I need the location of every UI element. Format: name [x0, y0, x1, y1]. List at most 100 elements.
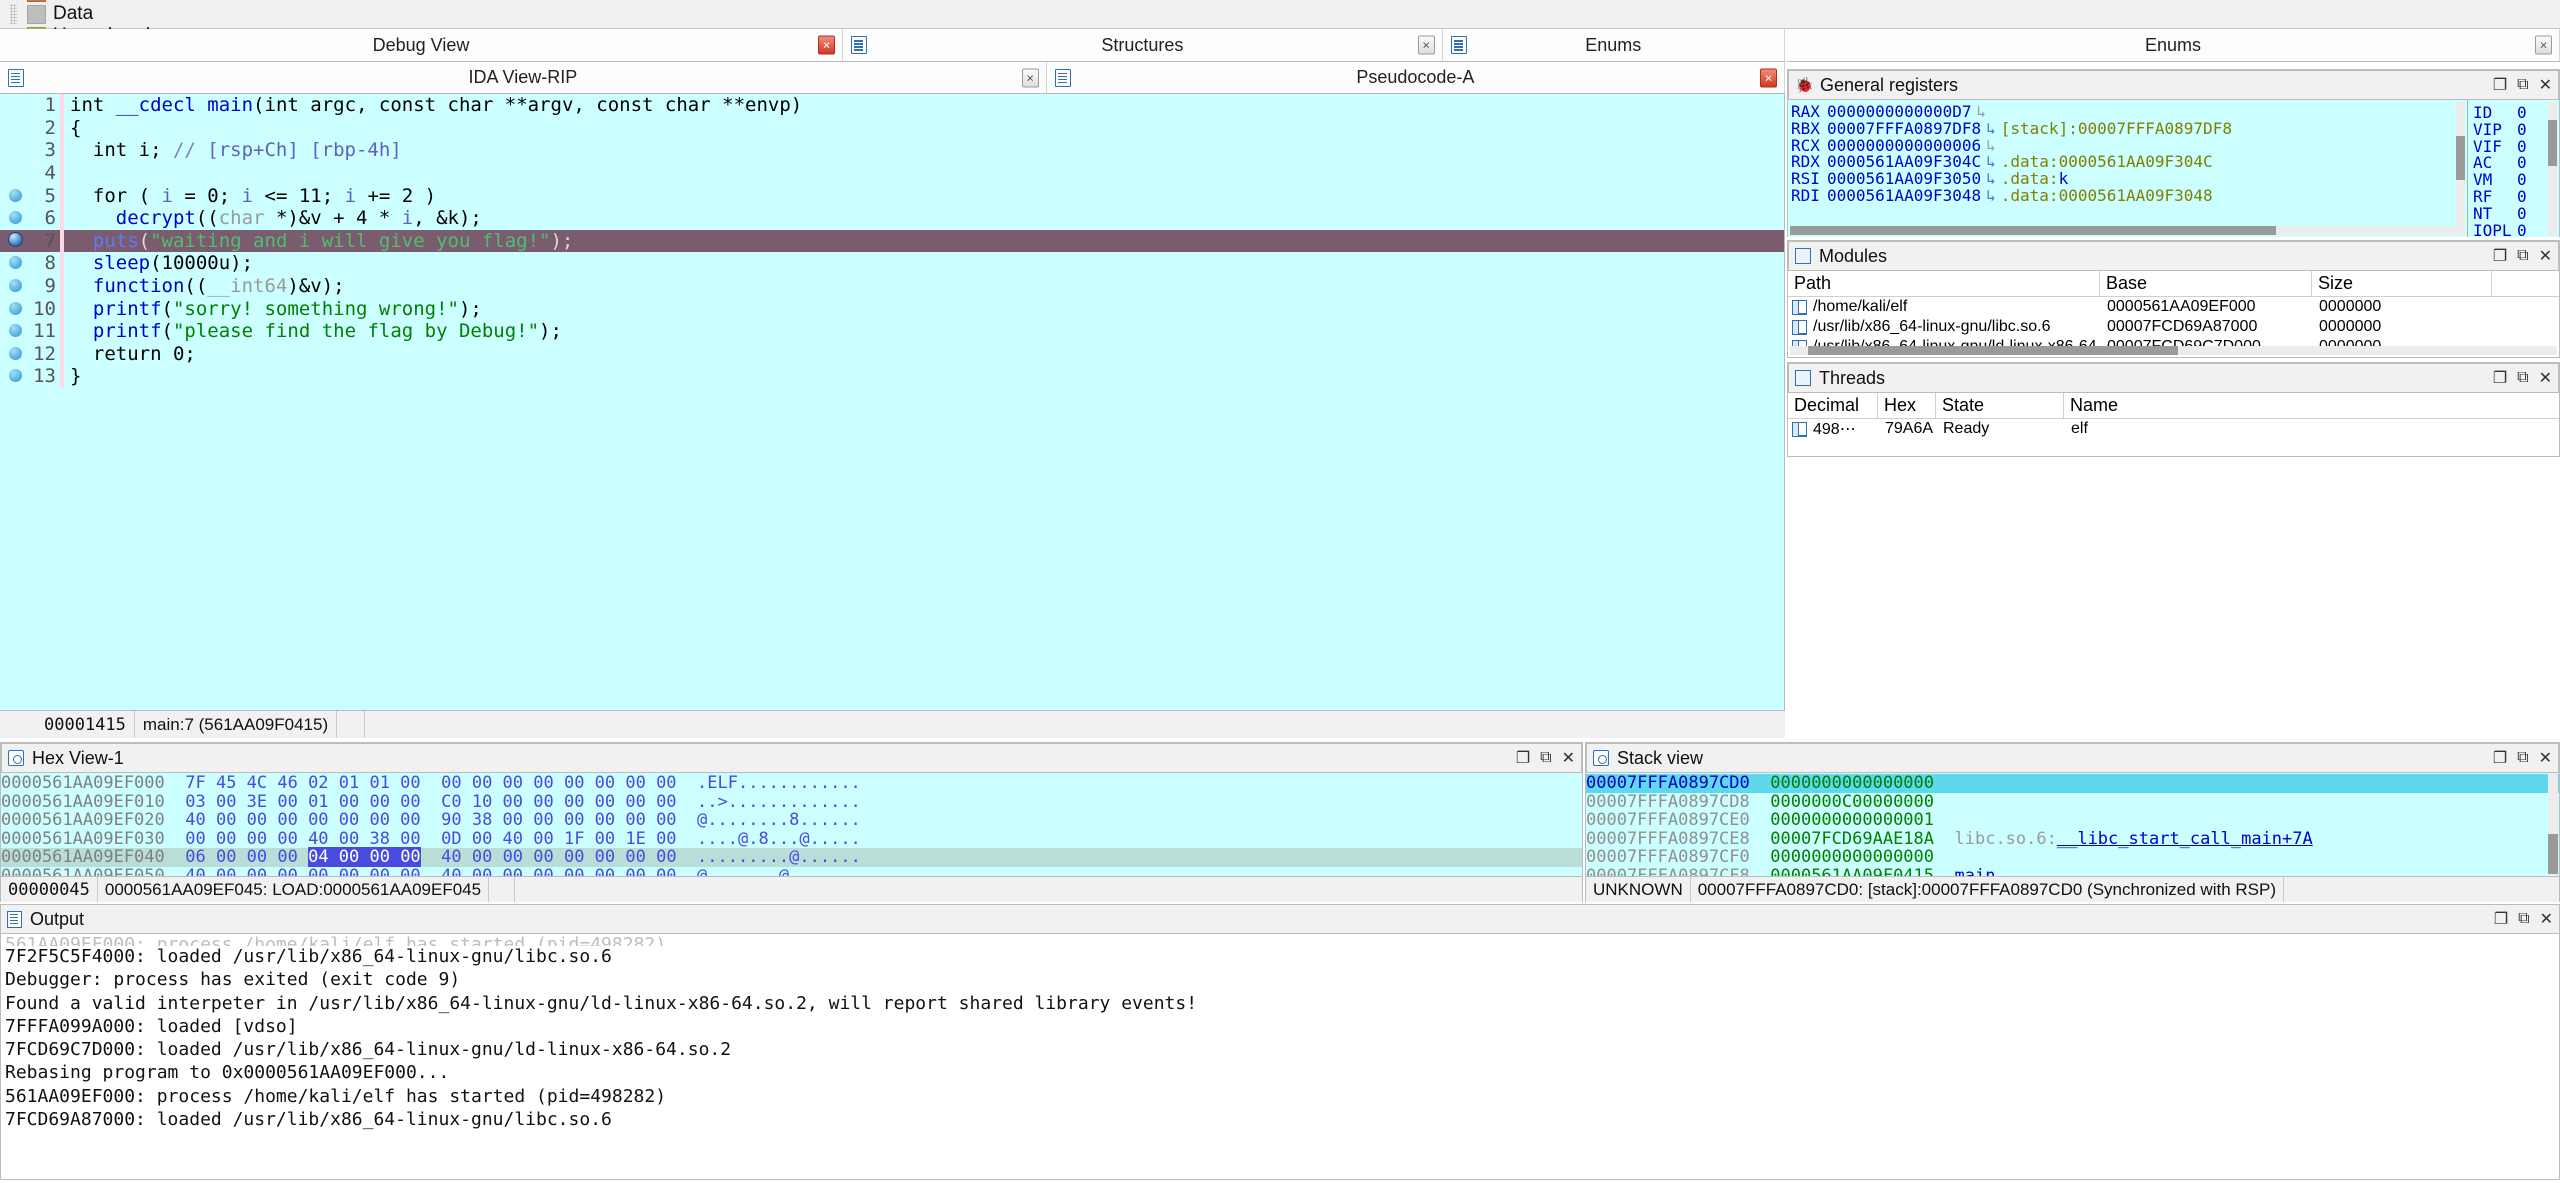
hex-view-body[interactable]: 0000561AA09EF000 7F 45 4C 46 02 01 01 00…	[1, 773, 1582, 876]
tab-debug-view[interactable]: Debug View ×	[0, 29, 843, 61]
register-row[interactable]: RCX0000000000000006↳	[1791, 137, 2467, 154]
modules-col-path[interactable]: Path	[1788, 271, 2100, 296]
hex-bytes[interactable]: 06 00 00 00	[185, 847, 308, 867]
hex-bytes[interactable]: 00 00 00 00 40 00 38 00	[185, 829, 420, 849]
breakpoint-marker[interactable]	[0, 365, 30, 387]
modules-col-size[interactable]: Size	[2312, 271, 2492, 296]
code-line[interactable]: 7 puts("waiting and i will give you flag…	[0, 230, 1784, 253]
output-close-icon[interactable]: ✕	[2540, 909, 2553, 929]
output-maximize-icon[interactable]: ⧉	[2518, 910, 2529, 928]
threads-col-hex[interactable]: Hex	[1878, 393, 1936, 418]
flag-value[interactable]: 0	[2517, 103, 2527, 120]
hex-ascii[interactable]: @.......@.......	[697, 866, 861, 876]
tab-debug-view-close-icon[interactable]: ×	[818, 36, 835, 55]
code-line[interactable]: 13}	[0, 365, 1784, 388]
registers-list[interactable]: RAX0000000000000D7↳RBX00007FFFA0897DF8↳[…	[1788, 100, 2467, 237]
breakpoint-icon[interactable]	[9, 324, 22, 337]
hex-row[interactable]: 0000561AA09EF020 40 00 00 00 00 00 00 00…	[1, 811, 1582, 830]
stack-row[interactable]: 00007FFFA0897CD8 0000000C00000000	[1586, 793, 2559, 812]
tab-enums-panel[interactable]: Enums ×	[1787, 29, 2560, 61]
modules-table[interactable]: Path Base Size /home/kali/elf0000561AA09…	[1788, 271, 2559, 357]
table-row[interactable]: 498⋯79A6AReadyelf	[1788, 419, 2559, 439]
modules-maximize-icon[interactable]: ⧉	[2517, 247, 2528, 265]
code-line[interactable]: 2{	[0, 117, 1784, 140]
general-registers-body[interactable]: RAX0000000000000D7↳RBX00007FFFA0897DF8↳[…	[1788, 100, 2559, 237]
stack-value[interactable]: 00007FCD69AAE18A	[1770, 829, 1934, 849]
code-line[interactable]: 8 sleep(10000u);	[0, 252, 1784, 275]
breakpoint-icon[interactable]	[9, 189, 22, 202]
hex-bytes[interactable]: 40 00 00 00 00 00 00 00	[441, 866, 676, 876]
stack-comment[interactable]: main	[1955, 866, 1996, 876]
register-comment[interactable]: [stack]:00007FFFA0897DF8	[2001, 119, 2232, 138]
code-line[interactable]: 12 return 0;	[0, 343, 1784, 366]
tab-pseudocode-a-close-icon[interactable]: ×	[1760, 68, 1777, 87]
threads-col-decimal[interactable]: Decimal	[1788, 393, 1878, 418]
breakpoint-marker[interactable]	[0, 252, 30, 274]
hex-bytes[interactable]: C0 10 00 00 00 00 00 00	[441, 792, 676, 812]
threads-restore-icon[interactable]: ❐	[2493, 368, 2507, 388]
stack-row[interactable]: 00007FFFA0897CF8 0000561AA09F0415 main	[1586, 867, 2559, 877]
hex-row[interactable]: 0000561AA09EF000 7F 45 4C 46 02 01 01 00…	[1, 774, 1582, 793]
stack-row[interactable]: 00007FFFA0897CE8 00007FCD69AAE18A libc.s…	[1586, 830, 2559, 849]
stack-view-restore-icon[interactable]: ❐	[2493, 748, 2507, 768]
hex-row[interactable]: 0000561AA09EF040 06 00 00 00 04 00 00 00…	[1, 848, 1582, 867]
register-row[interactable]: RDX0000561AA09F304C↳.data:0000561AA09F30…	[1791, 153, 2467, 170]
hex-ascii[interactable]: ..>.............	[697, 792, 861, 812]
breakpoint-icon[interactable]	[9, 279, 22, 292]
code-line[interactable]: 10 printf("sorry! something wrong!");	[0, 297, 1784, 320]
stack-vertical-scrollbar[interactable]	[2548, 774, 2558, 875]
breakpoint-marker[interactable]	[0, 230, 30, 252]
breakpoint-icon[interactable]	[9, 369, 22, 382]
hex-row[interactable]: 0000561AA09EF010 03 00 3E 00 01 00 00 00…	[1, 793, 1582, 812]
breakpoint-marker[interactable]	[0, 185, 30, 207]
flag-row[interactable]: IOPL0	[2468, 221, 2559, 238]
flag-value[interactable]: 0	[2517, 204, 2527, 221]
stack-comment[interactable]: libc.so.6:__libc_start_call_main+7A	[1955, 829, 2313, 849]
hex-bytes-selected[interactable]: 04 00 00 00	[308, 847, 421, 867]
flags-vertical-scrollbar[interactable]	[2548, 102, 2557, 235]
output-restore-icon[interactable]: ❐	[2494, 909, 2508, 929]
stack-value[interactable]: 0000000000000000	[1770, 773, 1934, 793]
breakpoint-marker[interactable]	[0, 275, 30, 297]
hex-ascii[interactable]: @........8......	[697, 810, 861, 830]
hex-ascii[interactable]: .........@......	[697, 847, 861, 867]
register-row[interactable]: RAX0000000000000D7↳	[1791, 103, 2467, 120]
hex-view-close-icon[interactable]: ✕	[1562, 748, 1575, 768]
flag-row[interactable]: NT0	[2468, 204, 2559, 221]
stack-value[interactable]: 0000561AA09F0415	[1770, 866, 1934, 876]
output-log[interactable]: 561AA09EF000: process /home/kali/elf has…	[0, 934, 2560, 1180]
flag-row[interactable]: AC0	[2468, 153, 2559, 170]
hex-bytes[interactable]: 7F 45 4C 46 02 01 01 00	[185, 773, 420, 793]
registers-close-icon[interactable]: ✕	[2539, 75, 2552, 95]
hex-view-restore-icon[interactable]: ❐	[1516, 748, 1530, 768]
hex-bytes[interactable]: 03 00 3E 00 01 00 00 00	[185, 792, 420, 812]
toolbar-grip[interactable]	[10, 4, 17, 24]
modules-restore-icon[interactable]: ❐	[2493, 246, 2507, 266]
hex-view-maximize-icon[interactable]: ⧉	[1540, 749, 1551, 767]
flag-row[interactable]: VIF0	[2468, 137, 2559, 154]
flag-value[interactable]: 0	[2517, 120, 2527, 137]
flag-row[interactable]: ID0	[2468, 103, 2559, 120]
tab-enums[interactable]: Enums	[1443, 29, 1785, 61]
stack-value[interactable]: 0000000000000000	[1770, 847, 1934, 867]
flag-value[interactable]: 0	[2517, 170, 2527, 187]
code-line[interactable]: 4	[0, 162, 1784, 185]
hex-bytes[interactable]: 90 38 00 00 00 00 00 00	[441, 810, 676, 830]
code-line[interactable]: 1int __cdecl main(int argc, const char *…	[0, 94, 1784, 117]
code-line[interactable]: 9 function((__int64)&v);	[0, 275, 1784, 298]
tab-enums-panel-close-icon[interactable]: ×	[2535, 36, 2552, 55]
register-row[interactable]: RDI0000561AA09F3048↳.data:0000561AA09F30…	[1791, 187, 2467, 204]
breakpoint-marker[interactable]	[0, 298, 30, 320]
register-comment[interactable]: .data:0000561AA09F3048	[2001, 186, 2213, 205]
current-instruction-icon[interactable]	[8, 232, 23, 247]
hex-row[interactable]: 0000561AA09EF050 40 00 00 00 00 00 00 00…	[1, 867, 1582, 877]
stack-value[interactable]: 0000000000000001	[1770, 810, 1934, 830]
hex-bytes[interactable]: 00 00 00 00 00 00 00 00	[441, 773, 676, 793]
code-line[interactable]: 3 int i; // [rsp+Ch] [rbp-4h]	[0, 139, 1784, 162]
flag-value[interactable]: 0	[2517, 221, 2527, 238]
threads-col-name[interactable]: Name	[2064, 393, 2264, 418]
stack-view-maximize-icon[interactable]: ⧉	[2517, 749, 2528, 767]
tab-ida-view-rip-close-icon[interactable]: ×	[1022, 68, 1039, 87]
threads-col-state[interactable]: State	[1936, 393, 2064, 418]
tab-pseudocode-a[interactable]: Pseudocode-A ×	[1047, 62, 1785, 93]
